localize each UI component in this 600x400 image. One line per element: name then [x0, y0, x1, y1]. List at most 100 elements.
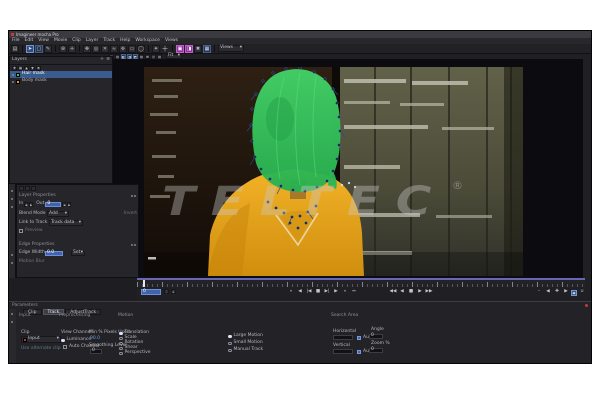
menu-view[interactable]: View: [38, 39, 49, 44]
rectangle-tool-icon[interactable]: ▭: [128, 45, 136, 53]
menu-layer[interactable]: Layer: [86, 39, 99, 44]
edge-set-button[interactable]: Set ▾: [71, 251, 85, 256]
small-motion-radio[interactable]: [228, 342, 232, 346]
menu-edit[interactable]: Edit: [25, 39, 34, 44]
title-bar[interactable]: Imagineer mocha Pro: [9, 31, 592, 38]
bezier-spline-tool-icon[interactable]: ≈: [110, 45, 118, 53]
ellipse-tool-icon[interactable]: ◯: [137, 45, 145, 53]
add-layer-icon[interactable]: ＋: [100, 58, 105, 63]
layer-color-chip[interactable]: [16, 73, 20, 77]
vertical-auto-checkbox[interactable]: [357, 350, 361, 354]
menu-clip[interactable]: Clip: [72, 39, 81, 44]
transform-tool-icon[interactable]: ▣: [176, 45, 184, 53]
rotation-radio[interactable]: [119, 342, 123, 346]
uberkey-toggle[interactable]: ∪: [578, 287, 586, 297]
x-spline-tool-icon[interactable]: ✕: [101, 45, 109, 53]
zoom-tool-icon[interactable]: ◎: [92, 45, 100, 53]
perspective-radio[interactable]: [119, 352, 123, 356]
play-button[interactable]: ▶: [332, 287, 340, 297]
pen-tool-icon[interactable]: ✎: [44, 45, 52, 53]
side-strip-icon[interactable]: [11, 254, 13, 256]
menu-workspace[interactable]: Workspace: [135, 39, 160, 44]
collapse-icon[interactable]: [131, 195, 133, 197]
side-strip-icon[interactable]: [11, 262, 13, 264]
move-layer-up-icon[interactable]: ▲: [24, 66, 29, 71]
next-keyframe-button[interactable]: ▶: [562, 287, 570, 297]
collapse-icon[interactable]: [131, 244, 133, 246]
zoom-field[interactable]: 0: [369, 348, 383, 353]
step-forward-button[interactable]: ▶|: [323, 287, 331, 297]
nudge-tool-icon[interactable]: ✛: [68, 45, 76, 53]
props-toolbar-icon[interactable]: [25, 186, 30, 191]
menu-help[interactable]: Help: [120, 39, 130, 44]
select-tool-icon[interactable]: ➤: [26, 45, 34, 53]
vertical-field[interactable]: [333, 349, 353, 354]
magnetic-spline-tool-icon[interactable]: ✜: [119, 45, 127, 53]
panel-options-icon[interactable]: [134, 195, 136, 197]
prev-keyframe-button[interactable]: ◀: [544, 287, 552, 297]
autokey-toggle[interactable]: ▣: [571, 290, 577, 296]
add-shape-tool-icon[interactable]: ＋: [161, 44, 169, 54]
current-frame-field[interactable]: 0: [141, 289, 161, 295]
skew-tool-icon[interactable]: ◨: [185, 45, 193, 53]
auto-channel-checkbox[interactable]: [63, 345, 67, 349]
horizontal-auto-checkbox[interactable]: [357, 336, 361, 340]
in-increment-button[interactable]: ▶: [29, 202, 33, 207]
new-group-icon[interactable]: ▦: [18, 66, 23, 71]
alternate-clip-note[interactable]: Use alternate clip: [21, 347, 61, 352]
params-strip-icon[interactable]: [11, 313, 13, 315]
layer-row-hair[interactable]: Hair mask: [10, 71, 112, 78]
panel-options-icon[interactable]: [134, 244, 136, 246]
angle-field[interactable]: 0: [369, 334, 383, 339]
shear-radio[interactable]: [119, 347, 123, 351]
move-layer-down-icon[interactable]: ▼: [30, 66, 35, 71]
step-back-button[interactable]: |◀: [305, 287, 313, 297]
menu-movie[interactable]: Movie: [54, 39, 67, 44]
corner-pin-tool-icon[interactable]: ✖: [194, 45, 202, 53]
horizontal-field[interactable]: [333, 335, 353, 340]
grid-warp-tool-icon[interactable]: ▦: [203, 45, 211, 53]
track-forwards-button[interactable]: ▶▶: [425, 287, 433, 297]
luminance-radio[interactable]: [61, 339, 65, 343]
timeline-ruler[interactable]: [137, 280, 585, 287]
translation-radio[interactable]: [119, 332, 123, 336]
add-point-tool-icon[interactable]: ⊕: [59, 45, 67, 53]
layer-color-chip[interactable]: [16, 80, 20, 84]
blend-mode-dropdown[interactable]: Add ▾: [47, 211, 69, 217]
preview-checkbox[interactable]: [19, 229, 23, 233]
pan-tool-icon[interactable]: ✥: [83, 45, 91, 53]
invert-label[interactable]: Invert: [124, 212, 137, 217]
goto-start-button[interactable]: «: [287, 287, 295, 297]
track-step-forward-button[interactable]: ▶: [416, 287, 424, 297]
manual-track-radio[interactable]: [228, 349, 232, 353]
layer-row-body[interactable]: Body mask: [10, 78, 112, 85]
visibility-eye-icon[interactable]: [12, 74, 14, 76]
large-motion-radio[interactable]: [228, 335, 232, 339]
link-to-track-dropdown[interactable]: Track data ▾: [49, 220, 83, 226]
menu-file[interactable]: File: [12, 39, 20, 44]
marquee-select-tool-icon[interactable]: ▢: [35, 45, 43, 53]
color-sample-tool-icon[interactable]: ✦: [152, 45, 160, 53]
add-keyframe-button[interactable]: ✚: [553, 287, 561, 297]
views-dropdown[interactable]: Views ▾: [218, 45, 244, 52]
out-decrement-button[interactable]: ◀: [62, 202, 66, 207]
track-step-back-button[interactable]: ◀: [398, 287, 406, 297]
visibility-eye-icon[interactable]: [12, 81, 14, 83]
params-strip-icon[interactable]: [11, 321, 13, 323]
smoothing-field[interactable]: 0: [90, 349, 102, 354]
timeline-options-icon[interactable]: ⋮: [164, 289, 169, 294]
in-decrement-button[interactable]: ◀: [24, 202, 28, 207]
side-strip-icon[interactable]: [11, 198, 13, 200]
stop-button[interactable]: ■: [314, 287, 322, 297]
menu-track[interactable]: Track: [103, 39, 115, 44]
new-layer-icon[interactable]: ✚: [12, 66, 17, 71]
timeline-zoom-icon[interactable]: ▸: [171, 289, 176, 294]
props-toolbar-icon[interactable]: [31, 186, 36, 191]
side-strip-icon[interactable]: [11, 190, 13, 192]
play-reverse-button[interactable]: ◀: [296, 287, 304, 297]
props-toolbar-icon[interactable]: [19, 186, 24, 191]
delete-layer-icon[interactable]: ✖: [36, 66, 41, 71]
playhead[interactable]: [143, 280, 145, 287]
min-pixels-value[interactable]: 90.0: [90, 337, 100, 342]
save-icon[interactable]: ▤: [11, 45, 19, 53]
